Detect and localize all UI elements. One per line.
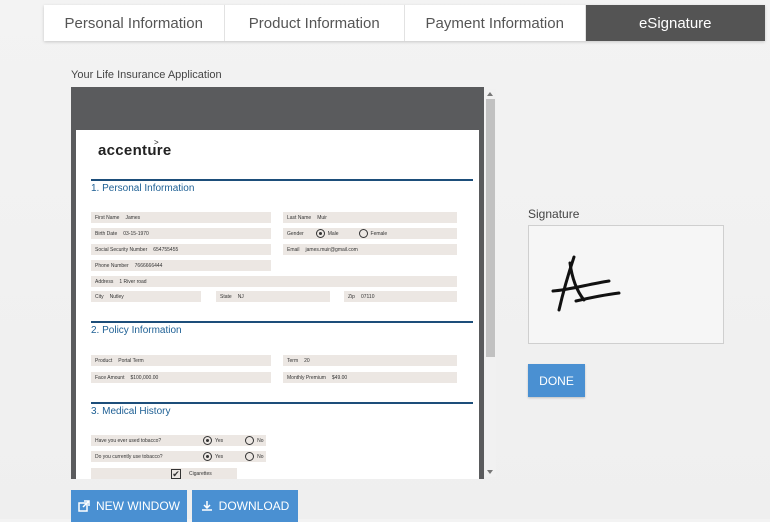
viewer-scrollbar[interactable] [485,89,496,477]
birth-date-field: Birth Date 03-15-1970 [91,228,271,239]
last-name-field: Last Name Muir [283,212,457,223]
check-icon: ✔ [171,468,181,479]
signature-pad[interactable] [528,225,724,344]
signature-stroke-icon [551,255,621,312]
tobacco-current-yes-radio [203,452,212,461]
zip-field: Zip 07110 [344,291,457,302]
gender-female-radio [358,229,368,238]
term-field: Term 20 [283,355,457,366]
face-amount-field: Face Amount $100,000.00 [91,372,271,383]
application-title: Your Life Insurance Application [71,69,222,81]
section-divider [91,179,473,181]
document-viewer[interactable]: accenture > 1. Personal Information Firs… [71,87,484,479]
tobacco-current-question: Do you currently use tobacco? Yes No [91,451,266,462]
wizard-tabs: Personal Information Product Information… [44,5,765,41]
scroll-up-arrow-icon[interactable] [487,92,493,96]
first-name-field: First Name James [91,212,271,223]
download-label: DOWNLOAD [218,499,290,513]
product-field: Product Portal Term [91,355,271,366]
section-medical-heading: 3. Medical History [91,406,171,417]
gender-male-radio [315,229,325,238]
tab-payment-information[interactable]: Payment Information [405,5,586,41]
ssn-field: Social Security Number 654755455 [91,244,271,255]
logo-mark-icon: > [154,138,159,147]
download-button[interactable]: DOWNLOAD [192,490,298,522]
tobacco-ever-yes-radio [203,436,212,445]
tab-personal-information[interactable]: Personal Information [44,5,225,41]
done-button[interactable]: DONE [528,364,585,397]
section-policy-heading: 2. Policy Information [91,325,182,336]
section-personal-heading: 1. Personal Information [91,183,195,194]
tobacco-current-no-radio [245,452,255,461]
tab-esignature[interactable]: eSignature [585,5,765,41]
tobacco-ever-no-radio [245,436,255,445]
address-field: Address 1 River road [91,276,457,287]
state-field: State NJ [216,291,330,302]
cigarettes-option: ✔ Cigarettes [91,468,237,479]
monthly-premium-field: Monthly Premium $49.00 [283,372,457,383]
phone-field: Phone Number 7666666444 [91,260,271,271]
new-window-button[interactable]: NEW WINDOW [71,490,187,522]
document-page: accenture > 1. Personal Information Firs… [76,130,479,479]
tab-product-information[interactable]: Product Information [224,5,405,41]
signature-label: Signature [528,207,580,221]
scroll-down-arrow-icon[interactable] [487,470,493,474]
city-field: City Nutley [91,291,201,302]
tobacco-ever-question: Have you ever used tobacco? Yes No [91,435,266,446]
scrollbar-thumb[interactable] [486,99,495,357]
gender-field: Gender Male Female [283,228,457,239]
download-icon [201,501,212,511]
company-logo: accenture [98,142,172,159]
new-window-label: NEW WINDOW [96,499,180,513]
section-divider [91,321,473,323]
section-divider [91,402,473,404]
external-link-icon [78,500,90,512]
email-field: Email james.muir@gmail.com [283,244,457,255]
